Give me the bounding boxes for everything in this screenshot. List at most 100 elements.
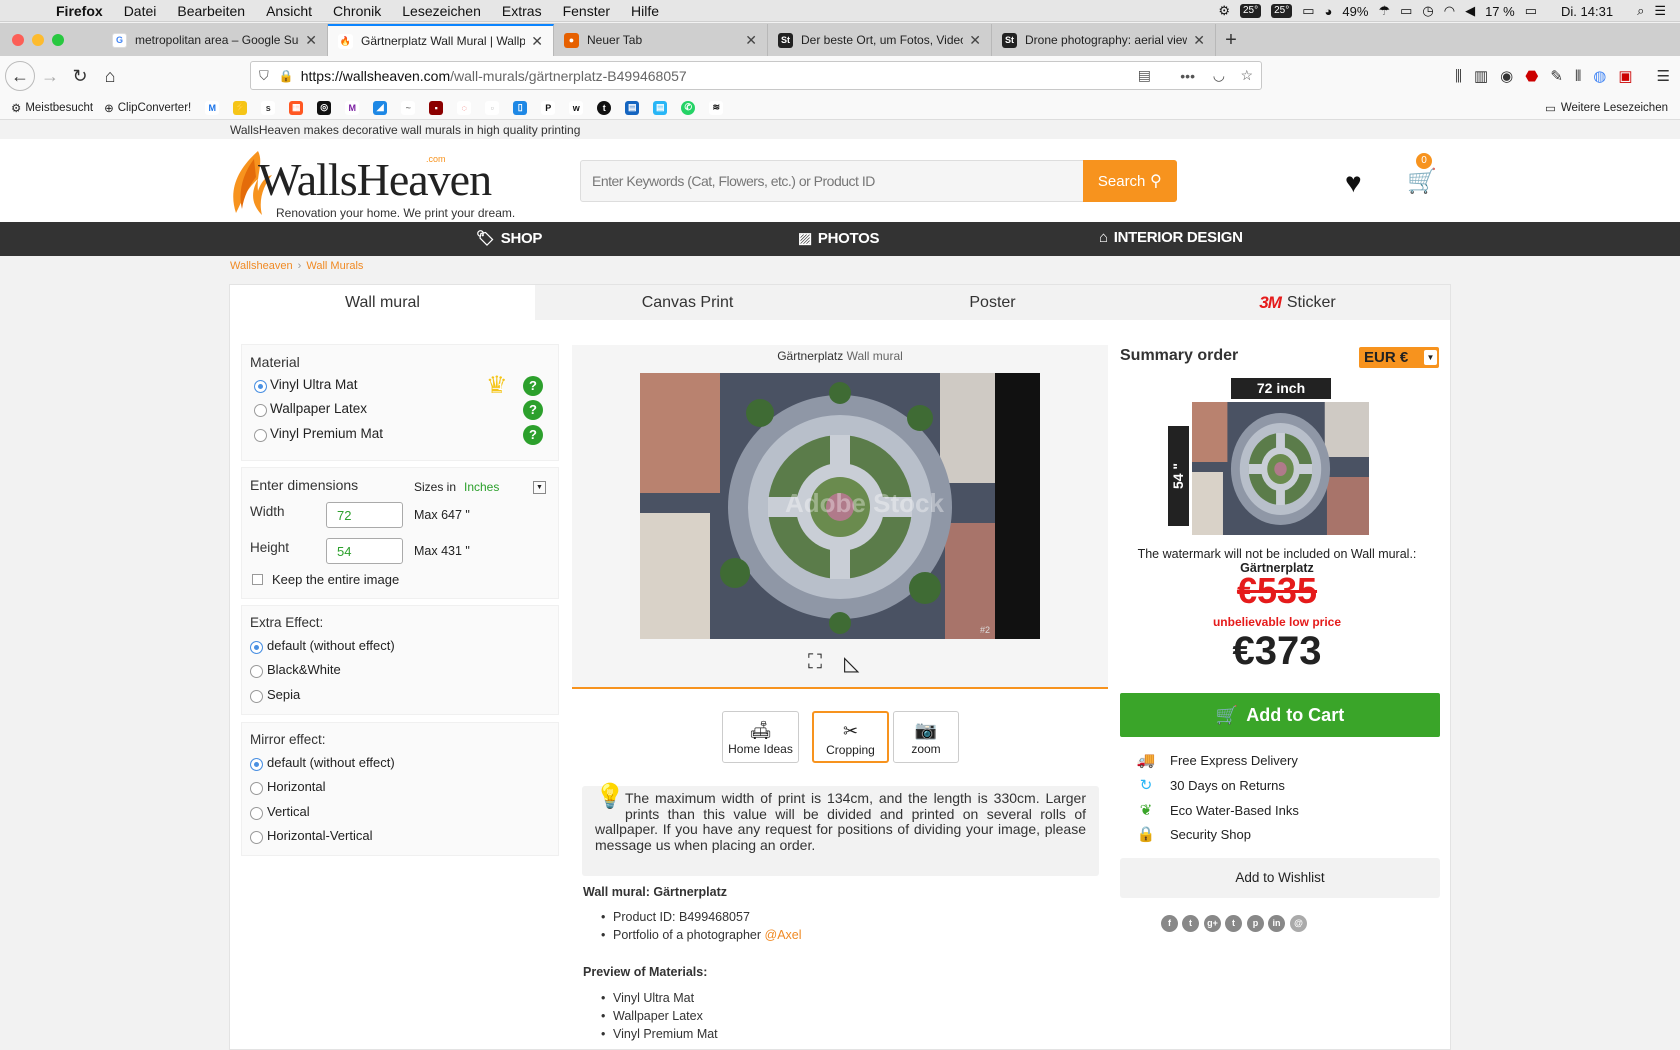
crop-frame-icon[interactable]: ⛶ (808, 651, 822, 674)
bookmark-icon[interactable]: P (541, 100, 556, 115)
bookmark-icon[interactable]: ▤ (625, 100, 640, 115)
facebook-icon[interactable]: f (1161, 915, 1178, 932)
extension-icon[interactable]: ▣ (1618, 67, 1632, 85)
menu-bearbeiten[interactable]: Bearbeiten (177, 3, 245, 19)
airplay-icon[interactable]: ▭ (1400, 3, 1412, 19)
radio-mirror-vertical[interactable] (250, 807, 263, 820)
cropping-button[interactable]: ✂ Cropping (812, 711, 889, 763)
search-button[interactable]: Search ⚲ (1083, 160, 1177, 202)
bookmark-icon[interactable]: ▫ (485, 100, 500, 115)
radio-effect-default[interactable] (250, 641, 263, 654)
bookmark-icon[interactable]: ◎ (317, 100, 332, 115)
back-icon[interactable]: ← (5, 61, 35, 91)
email-icon[interactable]: @ (1290, 915, 1307, 932)
height-input[interactable] (326, 538, 403, 564)
radio-effect-bw[interactable] (250, 665, 263, 678)
account-icon[interactable]: ◉ (1500, 67, 1513, 85)
browser-tab[interactable]: ● Neuer Tab ✕ (554, 24, 768, 56)
radio-mirror-hv[interactable] (250, 831, 263, 844)
radio-mirror-horizontal[interactable] (250, 782, 263, 795)
time-machine-icon[interactable]: ◷ (1422, 3, 1433, 19)
bookmark-icon[interactable]: ~ (401, 100, 416, 115)
site-logo[interactable]: WallsHeaven .com Renovation your home. W… (228, 149, 518, 220)
width-input[interactable] (326, 502, 403, 528)
radio-mirror-default[interactable] (250, 758, 263, 771)
maximize-window-icon[interactable] (52, 34, 64, 46)
add-to-cart-button[interactable]: 🛒 Add to Cart (1120, 693, 1440, 737)
minimize-window-icon[interactable] (32, 34, 44, 46)
twitter-icon[interactable]: t (1182, 915, 1199, 932)
cpu-icon[interactable]: ◕ (1325, 4, 1333, 19)
linkedin-icon[interactable]: in (1268, 915, 1285, 932)
bookmark-icon[interactable]: ⚡ (233, 100, 248, 115)
photographer-link[interactable]: @Axel (765, 928, 802, 942)
currency-select[interactable]: EUR € ▼ (1359, 347, 1439, 368)
shield-icon[interactable]: ⛉ (259, 68, 269, 84)
help-icon[interactable]: ? (523, 425, 543, 445)
zoom-button[interactable]: 📷 zoom (893, 711, 959, 763)
reader-view-icon[interactable]: ▤ (1138, 67, 1151, 84)
close-tab-icon[interactable]: ✕ (531, 33, 543, 50)
cpu-percent[interactable]: 49% (1342, 4, 1368, 19)
breadcrumb-home[interactable]: Wallsheaven (230, 260, 293, 272)
close-tab-icon[interactable]: ✕ (305, 32, 317, 49)
bookmark-icon[interactable]: M (345, 100, 360, 115)
cart-icon[interactable]: 🛒 (1407, 167, 1437, 196)
hamburger-menu-icon[interactable]: ☰ (1657, 67, 1670, 85)
add-to-wishlist-button[interactable]: Add to Wishlist (1120, 858, 1440, 898)
close-tab-icon[interactable]: ✕ (1193, 32, 1205, 49)
spotlight-icon[interactable]: ⌕ (1637, 3, 1644, 19)
reload-icon[interactable]: ↻ (65, 61, 95, 91)
pinterest-icon[interactable]: p (1247, 915, 1264, 932)
nav-photos[interactable]: ▨ PHOTOS (798, 229, 879, 248)
sidebar-icon[interactable]: ▥ (1474, 67, 1488, 85)
more-bookmarks[interactable]: ▭ Weitere Lesezeichen (1545, 101, 1668, 115)
new-tab-icon[interactable]: + (1216, 24, 1246, 56)
umbrella-icon[interactable]: ☂ (1378, 3, 1390, 19)
material-preview-item[interactable]: Vinyl Premium Mat (601, 1027, 718, 1041)
menu-datei[interactable]: Datei (124, 3, 157, 19)
browser-tab[interactable]: G metropolitan area – Google Suche ✕ (102, 24, 328, 56)
bookmark-icon[interactable]: s (261, 100, 276, 115)
unit-select[interactable]: Inches (464, 480, 499, 494)
bookmark-clipconverter[interactable]: ⊕ ClipConverter! (104, 101, 191, 115)
menu-lesezeichen[interactable]: Lesezeichen (402, 3, 481, 19)
tab-canvas-print[interactable]: Canvas Print (535, 285, 840, 320)
help-icon[interactable]: ? (523, 400, 543, 420)
battery-percent[interactable]: 17 % (1485, 4, 1515, 19)
dropbox-icon[interactable]: ⚙ (1218, 3, 1230, 19)
menu-chronik[interactable]: Chronik (333, 3, 381, 19)
menu-fenster[interactable]: Fenster (563, 3, 610, 19)
radio-wallpaper-latex[interactable] (254, 404, 267, 417)
forward-icon[interactable]: → (35, 61, 65, 91)
nav-shop[interactable]: 🏷 SHOP (476, 229, 542, 248)
battery-icon[interactable]: ▭ (1525, 3, 1537, 19)
wishlist-heart-icon[interactable]: ♥ (1345, 167, 1362, 199)
temperature-badge[interactable]: 25° (1240, 4, 1262, 18)
help-icon[interactable]: ? (523, 376, 543, 396)
bookmark-icon[interactable]: ≋ (709, 100, 724, 115)
wifi-icon[interactable]: ◠ (1444, 3, 1455, 19)
extension-icon[interactable]: ✎ (1550, 67, 1563, 85)
menu-app-firefox[interactable]: Firefox (56, 3, 103, 19)
whatsapp-icon[interactable]: ✆ (681, 100, 696, 115)
notification-center-icon[interactable]: ☰ (1654, 3, 1666, 19)
close-tab-icon[interactable]: ✕ (745, 32, 757, 49)
close-window-icon[interactable] (12, 34, 24, 46)
library-icon[interactable]: ⫼ (1455, 68, 1462, 85)
lock-icon[interactable]: 🔒 (279, 69, 294, 83)
tab-poster[interactable]: Poster (840, 285, 1145, 320)
ruler-triangle-icon[interactable]: ◺ (844, 651, 859, 676)
browser-tab[interactable]: St Drone photography: aerial view ✕ (992, 24, 1216, 56)
browser-tab-active[interactable]: 🔥 Gärtnerplatz Wall Mural | Wallpaper ✕ (328, 24, 554, 56)
bookmark-icon[interactable]: ▦ (289, 100, 304, 115)
radio-effect-sepia[interactable] (250, 690, 263, 703)
tab-sticker[interactable]: 3M Sticker (1145, 285, 1450, 320)
bookmark-icon[interactable]: ◢ (373, 100, 388, 115)
tumblr-icon[interactable]: t (1225, 915, 1242, 932)
google-plus-icon[interactable]: g+ (1204, 915, 1221, 932)
url-bar[interactable]: ⛉ 🔒 https://wallsheaven.com /wall-murals… (250, 61, 1262, 90)
menu-ansicht[interactable]: Ansicht (266, 3, 312, 19)
extension-icon[interactable]: ⫴ (1575, 68, 1581, 85)
keep-image-checkbox[interactable] (252, 574, 263, 585)
